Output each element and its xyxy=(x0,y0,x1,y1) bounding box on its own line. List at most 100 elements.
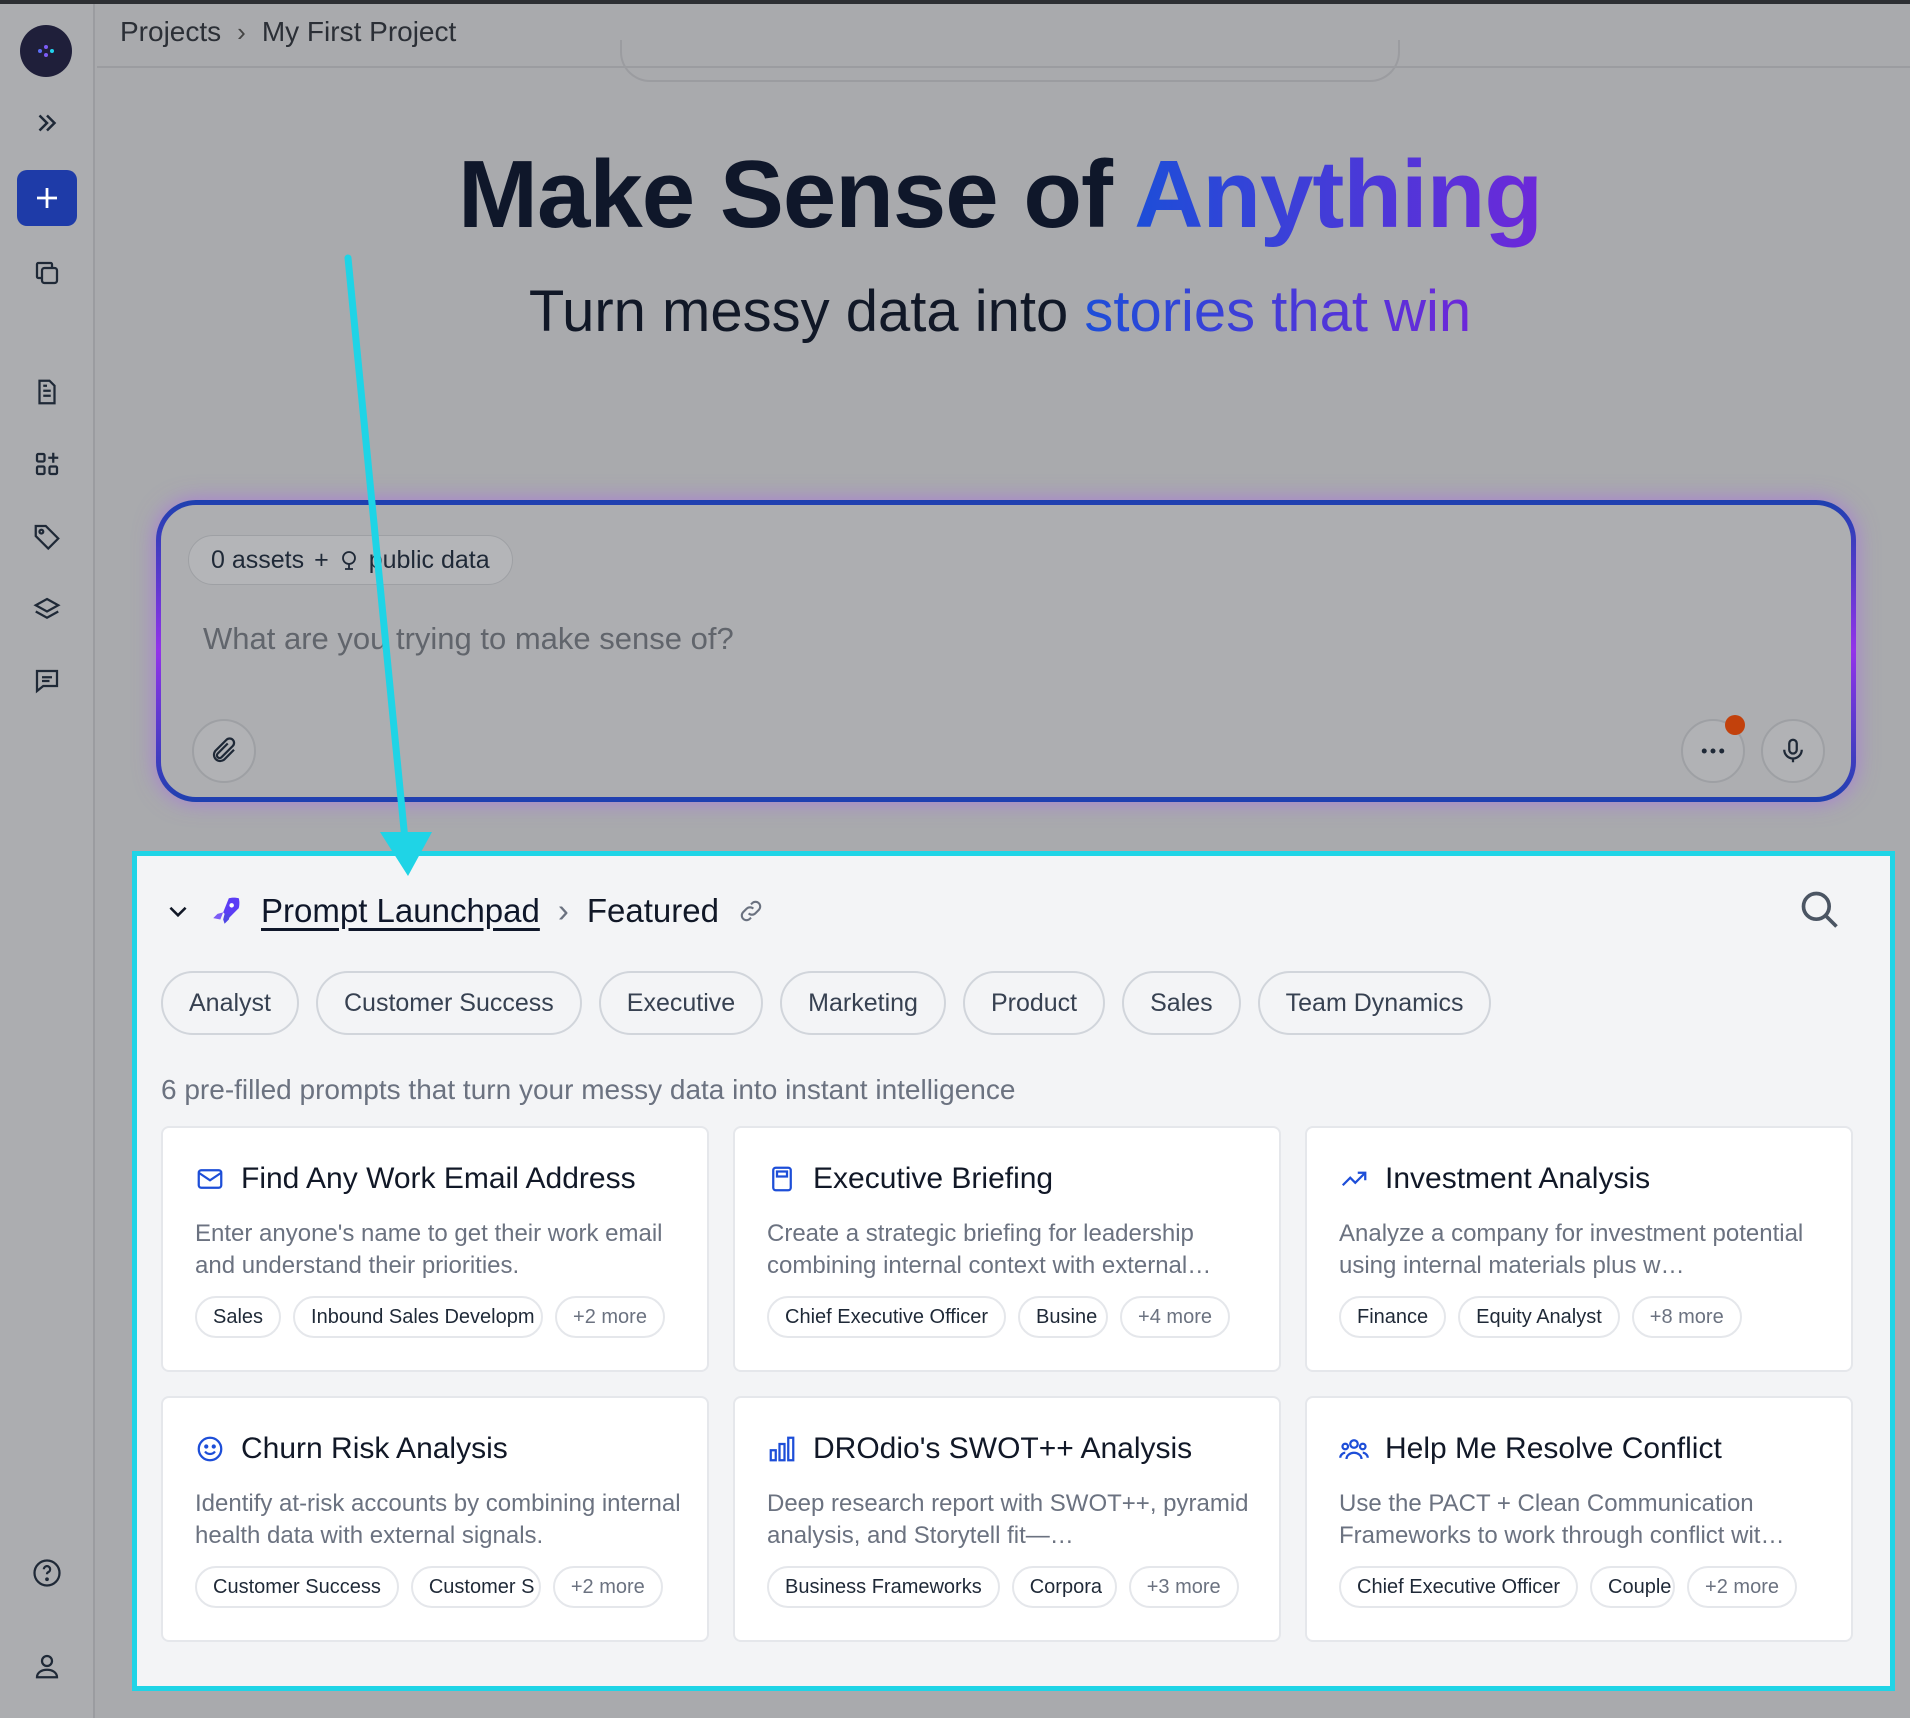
category-chip-customer-success[interactable]: Customer Success xyxy=(315,971,582,1035)
prompt-cards-grid: Find Any Work Email Address Enter anyone… xyxy=(161,1126,1853,1642)
prompt-card-tag: Couple xyxy=(1590,1566,1676,1608)
prompt-card-tag: Customer Success xyxy=(195,1566,399,1608)
prompt-launchpad-panel: Prompt Launchpad › Featured Analyst Cust… xyxy=(132,851,1895,1691)
prompt-card-tag: Business Frameworks xyxy=(767,1566,1000,1608)
message-icon xyxy=(35,669,59,694)
category-chip-marketing[interactable]: Marketing xyxy=(780,971,946,1035)
category-chip-executive[interactable]: Executive xyxy=(598,971,764,1035)
chevron-down-icon[interactable] xyxy=(165,898,191,924)
chevron-right-icon: › xyxy=(557,892,569,929)
prompt-card-tags: Finance Equity Analyst +8 more xyxy=(1339,1296,1742,1338)
sidebar-item-apps[interactable] xyxy=(22,439,72,489)
prompt-card-tags: Chief Executive Officer Couple +2 more xyxy=(1339,1566,1797,1608)
category-chip-sales[interactable]: Sales xyxy=(1122,971,1241,1035)
prompt-card-more-tags[interactable]: +2 more xyxy=(552,1566,663,1608)
chevron-right-icon: › xyxy=(237,16,246,47)
prompt-card-tags: Customer Success Customer S +2 more xyxy=(195,1566,663,1608)
logo-icon xyxy=(38,45,54,57)
prompt-card-header: Executive Briefing xyxy=(767,1162,1053,1196)
breadcrumb: Projects › My First Project xyxy=(120,16,456,48)
prompt-card-description: Use the PACT + Clean Communication Frame… xyxy=(1339,1490,1785,1549)
profile-button[interactable] xyxy=(22,1641,72,1691)
help-button[interactable] xyxy=(22,1548,72,1598)
hero-title: Make Sense of Anything xyxy=(0,140,1910,250)
launchpad-description: 6 pre-filled prompts that turn your mess… xyxy=(161,1074,1016,1105)
link-icon[interactable] xyxy=(737,897,765,925)
assets-selector[interactable]: 0 assets + public data xyxy=(188,535,513,585)
prompt-card-tag: Sales xyxy=(195,1296,282,1338)
hero-title-text: Make Sense of xyxy=(458,141,1135,248)
prompt-input[interactable]: What are you trying to make sense of? xyxy=(203,621,734,657)
ellipsis-icon xyxy=(1701,748,1725,754)
assets-plus: + xyxy=(314,545,329,574)
prompt-card[interactable]: Churn Risk Analysis Identify at-risk acc… xyxy=(161,1396,709,1642)
microphone-button[interactable] xyxy=(1761,719,1825,783)
prompt-card-title: Churn Risk Analysis xyxy=(241,1432,508,1465)
prompt-card-header: Investment Analysis xyxy=(1339,1162,1650,1196)
sidebar-item-tags[interactable] xyxy=(22,511,72,561)
prompt-card-tags: Business Frameworks Corpora +3 more xyxy=(767,1566,1239,1608)
prompt-card-tags: Sales Inbound Sales Developm +2 more xyxy=(195,1296,665,1338)
sidebar xyxy=(0,4,95,1718)
hero-subtitle-text: Turn messy data into xyxy=(528,279,1085,344)
prompt-card-more-tags[interactable]: +2 more xyxy=(555,1296,665,1338)
prompt-card-header: Help Me Resolve Conflict xyxy=(1339,1432,1722,1466)
assets-count: 0 assets xyxy=(211,545,305,574)
prompt-card-more-tags[interactable]: +2 more xyxy=(1687,1566,1797,1608)
prompt-card-title: Help Me Resolve Conflict xyxy=(1385,1432,1722,1465)
smiley-icon xyxy=(197,1436,223,1462)
launchpad-title-link[interactable]: Prompt Launchpad xyxy=(261,892,540,930)
prompt-card-more-tags[interactable]: +3 more xyxy=(1128,1566,1239,1608)
prompt-card[interactable]: Help Me Resolve Conflict Use the PACT + … xyxy=(1305,1396,1853,1642)
sidebar-item-messages[interactable] xyxy=(22,656,72,706)
prompt-card-title: Investment Analysis xyxy=(1385,1162,1651,1195)
prompt-card[interactable]: Investment Analysis Analyze a company fo… xyxy=(1305,1126,1853,1372)
category-chip-team-dynamics[interactable]: Team Dynamics xyxy=(1257,971,1492,1035)
prompt-input-box[interactable]: 0 assets + public data What are you tryi… xyxy=(156,500,1856,802)
users-icon xyxy=(1339,1439,1369,1460)
breadcrumb-current-project[interactable]: My First Project xyxy=(262,16,456,48)
prompt-card-more-tags[interactable]: +4 more xyxy=(1120,1296,1230,1338)
prompt-card[interactable]: Executive Briefing Create a strategic br… xyxy=(733,1126,1281,1372)
category-chip-product[interactable]: Product xyxy=(962,971,1106,1035)
prompt-card-tag: Equity Analyst xyxy=(1458,1296,1620,1338)
trend-up-icon xyxy=(1341,1171,1367,1187)
prompt-card-header: Churn Risk Analysis xyxy=(195,1432,508,1466)
app-logo[interactable] xyxy=(20,25,72,77)
sidebar-item-layers[interactable] xyxy=(22,584,72,634)
prompt-card[interactable]: Find Any Work Email Address Enter anyone… xyxy=(161,1126,709,1372)
user-icon xyxy=(35,1654,59,1679)
prompt-card-tag: Customer S xyxy=(410,1566,541,1608)
prompt-card-tag: Busine xyxy=(1018,1296,1109,1338)
breadcrumb-projects[interactable]: Projects xyxy=(120,16,221,48)
bar-chart-icon xyxy=(769,1436,795,1462)
public-data-label: public data xyxy=(368,545,490,574)
rocket-icon xyxy=(213,897,240,924)
search-icon[interactable] xyxy=(1798,888,1842,932)
mail-icon xyxy=(197,1169,223,1189)
microphone-icon xyxy=(1783,738,1803,763)
prompt-card-description: Create a strategic briefing for leadersh… xyxy=(767,1220,1212,1279)
prompt-card-tag: Finance xyxy=(1339,1296,1447,1338)
chevrons-right-icon xyxy=(38,114,57,132)
prompt-card-title: Find Any Work Email Address xyxy=(241,1162,636,1195)
prompt-card-tag: Corpora xyxy=(1011,1566,1117,1608)
tag-icon xyxy=(34,524,60,551)
prompt-card-tag: Inbound Sales Developm xyxy=(293,1296,544,1338)
window-top-border xyxy=(0,0,1910,4)
prompt-card[interactable]: DROdio's SWOT++ Analysis Deep research r… xyxy=(733,1396,1281,1642)
more-options-button[interactable] xyxy=(1681,715,1745,783)
attach-button[interactable] xyxy=(192,719,256,783)
prompt-card-header: Find Any Work Email Address xyxy=(195,1162,636,1196)
globe-icon xyxy=(341,551,356,570)
notification-dot xyxy=(1725,715,1745,735)
hero-subtitle-accent: stories that win xyxy=(1084,279,1472,344)
sidebar-item-documents[interactable] xyxy=(22,367,72,417)
hero-title-accent: Anything xyxy=(1134,141,1543,248)
paperclip-icon xyxy=(212,737,236,763)
prompt-card-header: DROdio's SWOT++ Analysis xyxy=(767,1432,1192,1466)
prompt-card-title: DROdio's SWOT++ Analysis xyxy=(813,1432,1193,1465)
prompt-card-description: Analyze a company for investment potenti… xyxy=(1339,1220,1804,1279)
category-chip-analyst[interactable]: Analyst xyxy=(161,971,299,1035)
prompt-card-more-tags[interactable]: +8 more xyxy=(1631,1296,1742,1338)
